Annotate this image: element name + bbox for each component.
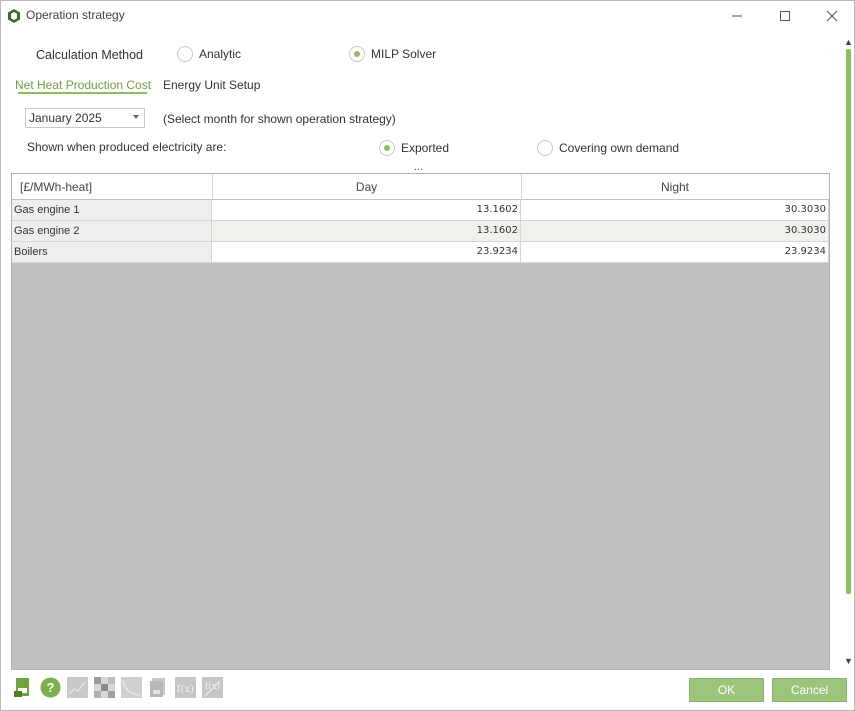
cell-day[interactable]: 13.1602 — [212, 221, 521, 241]
maximize-button[interactable] — [762, 1, 808, 31]
header-night[interactable]: Night — [521, 174, 829, 200]
cell-night[interactable]: 30.3030 — [521, 200, 829, 220]
table-row[interactable]: Gas engine 1 13.1602 30.3030 — [12, 200, 829, 221]
close-icon — [826, 10, 838, 22]
svg-text:f(x): f(x) — [177, 684, 194, 695]
minimize-button[interactable] — [714, 1, 760, 31]
app-logo-icon — [8, 9, 20, 23]
tab-net-heat-production-cost[interactable]: Net Heat Production Cost — [15, 78, 151, 92]
radio-milp-solver[interactable] — [349, 46, 365, 62]
cell-night[interactable]: 23.9234 — [521, 242, 829, 262]
heatmap-icon[interactable] — [94, 677, 115, 698]
table-header: [£/MWh-heat] Day Night — [12, 174, 829, 200]
minimize-icon — [732, 15, 742, 17]
cell-day[interactable]: 13.1602 — [212, 200, 521, 220]
ok-button[interactable]: OK — [689, 678, 764, 702]
function-delete-icon[interactable]: f(x) — [202, 677, 223, 698]
radio-analytic-label[interactable]: Analytic — [199, 47, 241, 61]
radio-covering-own-demand[interactable] — [537, 140, 553, 156]
month-hint: (Select month for shown operation strate… — [163, 112, 396, 126]
vertical-scrollbar[interactable]: ▲ ▼ — [842, 33, 854, 669]
svg-text:?: ? — [47, 680, 55, 695]
header-day[interactable]: Day — [212, 174, 521, 200]
month-select[interactable]: January 2025 — [25, 108, 145, 128]
help-icon[interactable]: ? — [40, 677, 61, 698]
scroll-up-icon[interactable]: ▲ — [844, 37, 853, 47]
radio-milp-solver-label[interactable]: MILP Solver — [371, 47, 436, 61]
row-name: Gas engine 1 — [12, 200, 212, 220]
cell-day[interactable]: 23.9234 — [212, 242, 521, 262]
cost-table: [£/MWh-heat] Day Night Gas engine 1 13.1… — [11, 173, 830, 670]
header-unit: [£/MWh-heat] — [20, 180, 93, 194]
window-title: Operation strategy — [26, 8, 125, 22]
active-tab-indicator — [18, 92, 147, 94]
cancel-button[interactable]: Cancel — [772, 678, 847, 702]
table-row[interactable]: Gas engine 2 13.1602 30.3030 — [12, 221, 829, 242]
title-bar: Operation strategy — [1, 1, 854, 31]
chevron-down-icon — [133, 115, 139, 119]
maximize-icon — [780, 11, 790, 21]
row-name: Boilers — [12, 242, 212, 262]
scroll-down-icon[interactable]: ▼ — [844, 656, 853, 666]
month-select-value: January 2025 — [29, 111, 102, 125]
calc-method-label: Calculation Method — [36, 48, 144, 62]
function-icon[interactable]: f(x) — [175, 677, 196, 698]
radio-exported[interactable] — [379, 140, 395, 156]
curve-icon[interactable] — [121, 677, 142, 698]
radio-exported-label[interactable]: Exported — [401, 141, 449, 155]
close-button[interactable] — [809, 1, 855, 31]
table-row[interactable]: Boilers 23.9234 23.9234 — [12, 242, 829, 263]
scroll-thumb[interactable] — [846, 49, 851, 594]
export-icon[interactable] — [13, 677, 34, 698]
tab-energy-unit-setup[interactable]: Energy Unit Setup — [163, 78, 260, 92]
row-name: Gas engine 2 — [12, 221, 212, 241]
chart-icon[interactable] — [67, 677, 88, 698]
operation-strategy-dialog: Operation strategy Calculation Method An… — [0, 0, 855, 711]
electricity-label: Shown when produced electricity are: — [27, 140, 227, 154]
radio-covering-own-demand-label[interactable]: Covering own demand — [559, 141, 679, 155]
document-icon[interactable] — [148, 677, 169, 698]
more-indicator: ... — [414, 161, 424, 173]
cell-night[interactable]: 30.3030 — [521, 221, 829, 241]
radio-analytic[interactable] — [177, 46, 193, 62]
